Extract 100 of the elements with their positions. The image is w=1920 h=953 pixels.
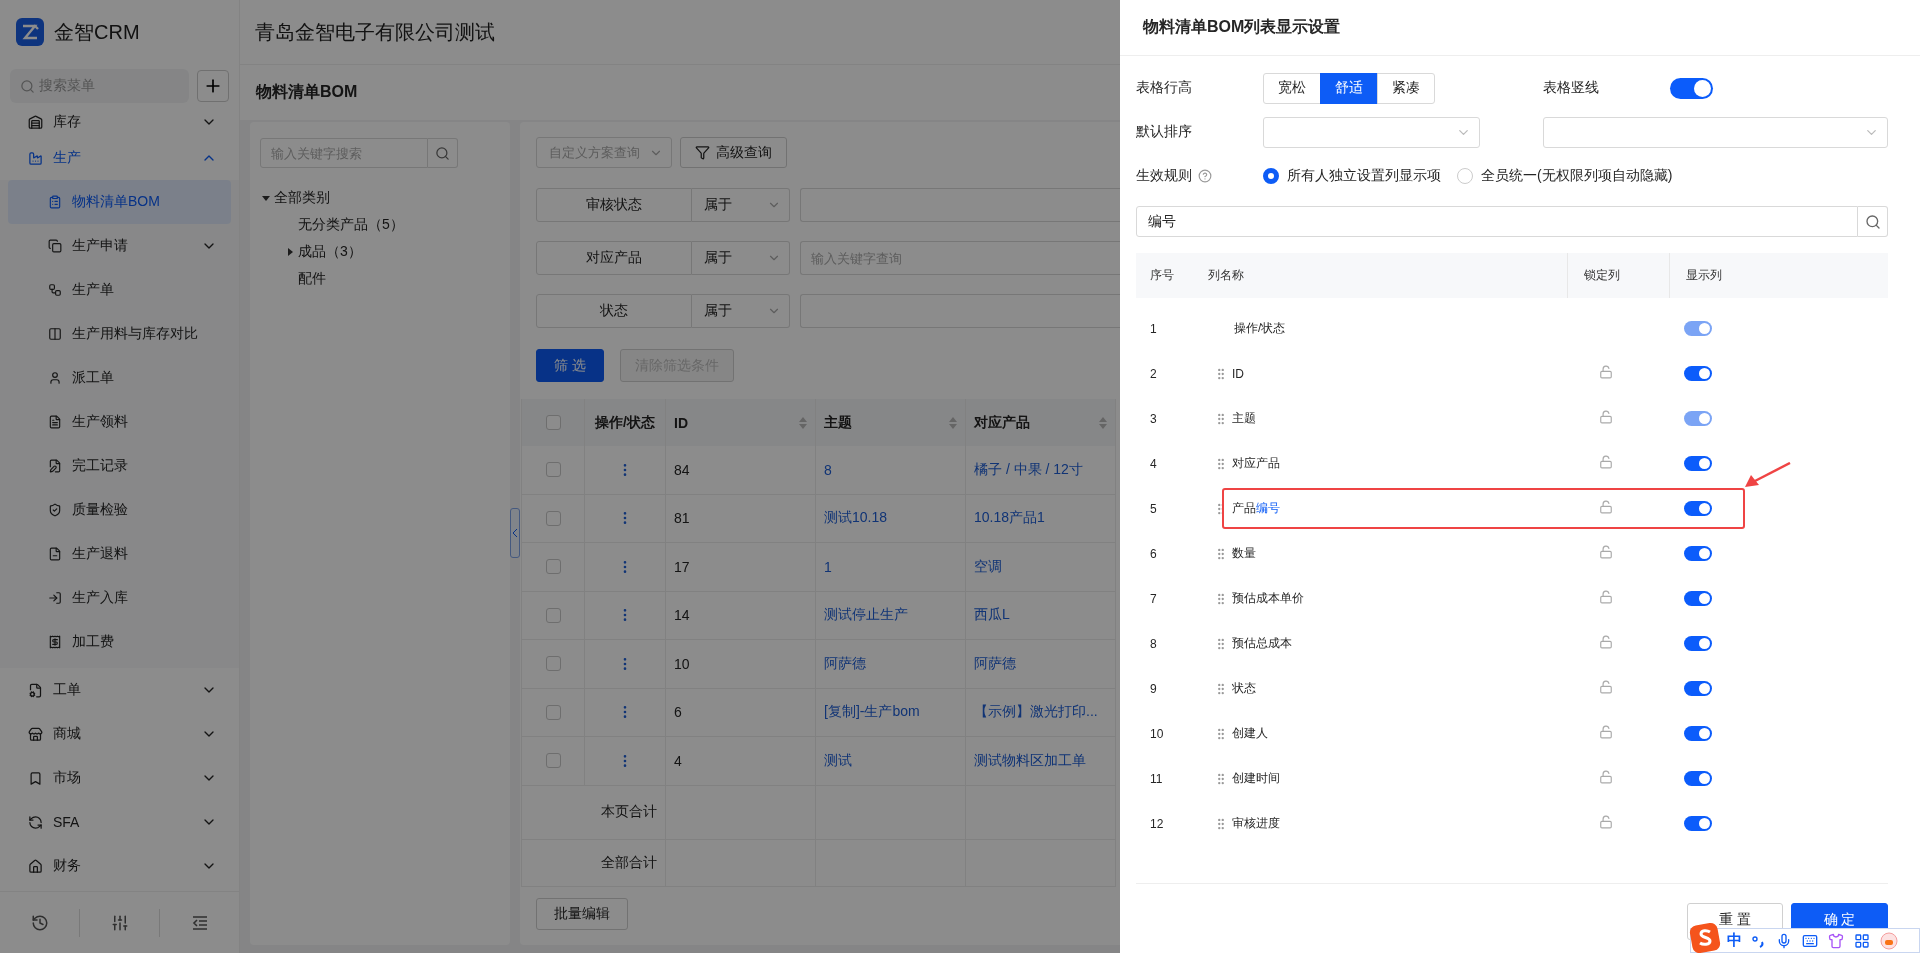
filter-button[interactable]: 筛 选 <box>536 349 604 382</box>
submenu-item[interactable]: 生产领料 <box>0 400 239 444</box>
menu-item[interactable]: 商城 <box>0 712 239 756</box>
operator-select[interactable]: 属于 <box>692 241 790 275</box>
cell-link[interactable]: 阿萨德 <box>824 654 866 673</box>
submenu-item[interactable]: 物料清单BOM <box>8 180 231 224</box>
cell-link[interactable]: 测试 <box>824 751 852 770</box>
collapse-handle[interactable] <box>510 508 520 558</box>
submenu-item[interactable]: 派工单 <box>0 356 239 400</box>
radio-button[interactable] <box>1263 168 1279 184</box>
submenu-item[interactable]: 生产单 <box>0 268 239 312</box>
menu-item[interactable]: 库存 <box>0 108 239 136</box>
tree-item[interactable]: 配件 <box>284 269 326 288</box>
unlock-icon[interactable] <box>1599 815 1613 829</box>
submenu-item[interactable]: 加工费 <box>0 620 239 664</box>
toggle-switch[interactable] <box>1684 501 1712 516</box>
toggle-switch[interactable] <box>1684 681 1712 696</box>
menu-item[interactable]: 生产 <box>0 136 239 180</box>
toggle-switch[interactable] <box>1684 726 1712 741</box>
cell-link[interactable]: 测试停止生产 <box>824 606 908 625</box>
toggle-switch[interactable] <box>1684 546 1712 561</box>
sort-icon[interactable] <box>1099 416 1107 429</box>
cell-link[interactable]: 测试10.18 <box>824 509 888 528</box>
column-header[interactable]: 主题 <box>816 399 966 446</box>
menu-item[interactable]: 工单 <box>0 668 239 712</box>
search-button[interactable] <box>1858 206 1888 237</box>
batch-edit-button[interactable]: 批量编辑 <box>536 897 628 930</box>
submenu-item[interactable]: 完工记录 <box>0 444 239 488</box>
toggle-switch[interactable] <box>1684 456 1712 471</box>
column-header[interactable]: 操作/状态 <box>585 399 666 446</box>
operator-select[interactable]: 属于 <box>692 294 790 328</box>
submenu-item[interactable]: 质量检验 <box>0 488 239 532</box>
radio-option[interactable]: 所有人独立设置列显示项 <box>1263 167 1441 185</box>
checkbox[interactable] <box>545 462 561 478</box>
segment-option[interactable]: 舒适 <box>1320 72 1378 104</box>
sort-field-select[interactable] <box>1263 116 1480 148</box>
submenu-item[interactable]: 生产申请 <box>0 224 239 268</box>
toggle-switch[interactable] <box>1670 77 1713 99</box>
filter-input[interactable] <box>800 188 1120 222</box>
unlock-icon[interactable] <box>1599 590 1613 604</box>
segment-option[interactable]: 紧凑 <box>1377 72 1435 104</box>
unlock-icon[interactable] <box>1599 680 1613 694</box>
mascot-icon[interactable] <box>1880 931 1898 950</box>
submenu-item[interactable]: 生产用料与库存对比 <box>0 312 239 356</box>
unlock-icon[interactable] <box>1599 770 1613 784</box>
unlock-icon[interactable] <box>1599 545 1613 559</box>
submenu-item[interactable]: 生产入库 <box>0 576 239 620</box>
grid-icon[interactable] <box>1854 932 1870 949</box>
submenu-item[interactable]: 生产退料 <box>0 532 239 576</box>
checkbox[interactable] <box>545 510 561 526</box>
microphone-icon[interactable] <box>1776 932 1792 949</box>
tree-item[interactable]: 无分类产品（5） <box>284 215 404 234</box>
cell-link[interactable]: 西瓜L <box>974 606 1010 625</box>
checkbox[interactable] <box>545 656 561 672</box>
column-header[interactable]: ID <box>666 399 816 446</box>
help-icon[interactable] <box>1198 169 1212 183</box>
unlock-icon[interactable] <box>1599 455 1613 469</box>
menu-item[interactable]: 市场 <box>0 756 239 800</box>
cell-link[interactable]: 10.18产品1 <box>974 509 1045 528</box>
tree-item[interactable]: 全部类别 <box>274 188 330 207</box>
cell-link[interactable]: 【示例】激光打印... <box>974 703 1098 722</box>
cell-link[interactable]: 橘子 / 中果 / 12寸 <box>974 460 1083 479</box>
checkbox[interactable] <box>545 753 561 769</box>
unlock-icon[interactable] <box>1599 635 1613 649</box>
radio-option[interactable]: 全员统一(无权限列项自动隐藏) <box>1457 167 1673 185</box>
cell-link[interactable]: 阿萨德 <box>974 654 1016 673</box>
toggle-switch[interactable] <box>1684 591 1712 606</box>
operator-select[interactable]: 属于 <box>692 188 790 222</box>
advanced-query-button[interactable]: 高级查询 <box>680 137 787 168</box>
unlock-icon[interactable] <box>1599 725 1613 739</box>
toggle-switch[interactable] <box>1684 366 1712 381</box>
menu-item[interactable]: 财务 <box>0 844 239 888</box>
cell-link[interactable]: 测试物料区加工单 <box>974 751 1086 770</box>
cell-link[interactable]: [复制]-生产bom <box>824 703 920 722</box>
cell-link[interactable]: 空调 <box>974 557 1002 576</box>
checkbox[interactable] <box>545 415 561 430</box>
filter-input[interactable] <box>800 294 1120 328</box>
keyboard-icon[interactable] <box>1802 932 1818 949</box>
menu-item[interactable]: SFA <box>0 800 239 844</box>
unlock-icon[interactable] <box>1599 500 1613 514</box>
toggle-switch[interactable] <box>1684 636 1712 651</box>
checkbox[interactable] <box>545 607 561 623</box>
punctuation-icon[interactable] <box>1752 933 1766 948</box>
cell-link[interactable]: 8 <box>824 461 832 478</box>
checkbox[interactable] <box>545 559 561 575</box>
segment-option[interactable]: 宽松 <box>1263 72 1321 104</box>
unlock-icon[interactable] <box>1599 365 1613 379</box>
shirt-icon[interactable] <box>1828 932 1844 949</box>
sort-icon[interactable] <box>949 416 957 429</box>
sort-icon[interactable] <box>799 416 807 429</box>
toggle-switch[interactable] <box>1684 816 1712 831</box>
add-button[interactable] <box>197 70 229 102</box>
column-header[interactable]: 对应产品 <box>966 399 1116 446</box>
tree-item[interactable]: 成品（3） <box>298 242 362 261</box>
unlock-icon[interactable] <box>1599 410 1613 424</box>
column-search-field[interactable]: 编号 <box>1136 206 1858 237</box>
search-button[interactable] <box>428 138 458 168</box>
checkbox[interactable] <box>545 704 561 720</box>
cell-link[interactable]: 1 <box>824 558 832 575</box>
toggle-switch[interactable] <box>1684 771 1712 786</box>
